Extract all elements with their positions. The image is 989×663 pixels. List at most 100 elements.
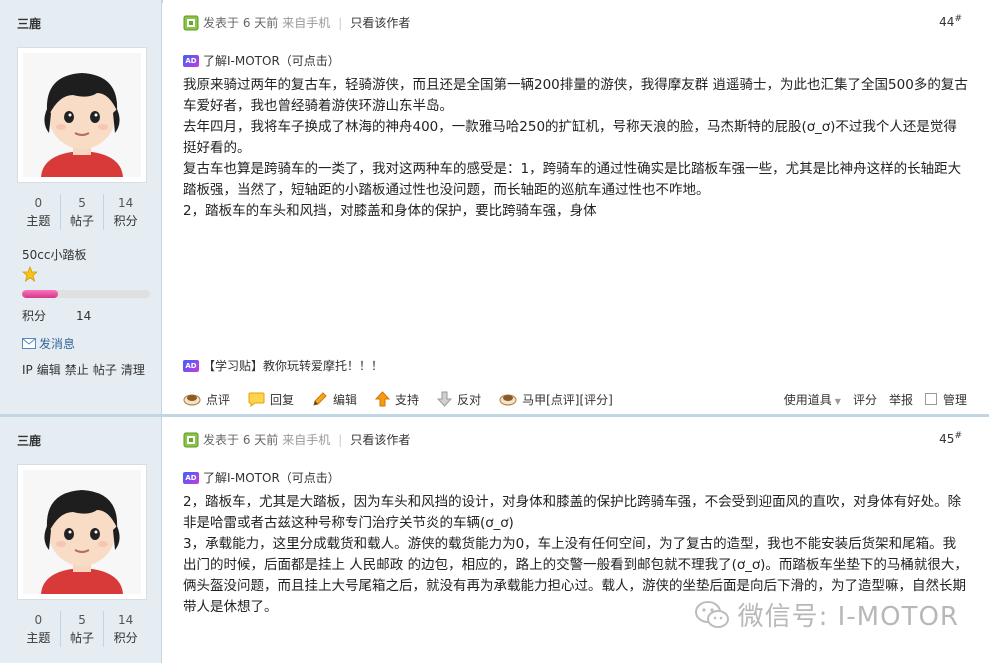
comment-label: 点评 [206,392,231,407]
content-paragraph: 2，踏板车，尤其是大踏板，因为车头和风挡的设计，对身体和膝盖的保护比跨骑车强，不… [183,494,962,531]
stat-posts[interactable]: 5 帖子 [61,194,105,230]
floor-mark: # [954,431,962,441]
post-actions-right: 使用道具 ▼ 评分 举报 管理 [784,391,967,408]
from-mobile-label[interactable]: 来自手机 [282,14,330,31]
ad-badge-icon: AD [183,54,199,67]
comment-icon [183,394,201,406]
stat-credits-label: 积分 [113,214,138,228]
avatar-frame[interactable] [17,47,147,183]
support-button[interactable]: 支持 [375,391,419,408]
stat-posts-num: 5 [78,613,86,627]
credit-label: 积分 [22,309,47,323]
admin-ip-link[interactable]: IP [22,363,33,377]
comment-button[interactable]: 点评 [183,391,230,408]
ad-link-study[interactable]: AD 【学习贴】教你玩转爱摩托！！！ [183,357,383,374]
credit-row: 积分 14 [22,307,91,324]
floor-mark: # [954,14,962,24]
content-paragraph: 去年四月，我将车子换成了林海的神舟400，一款雅马哈250的扩缸机，号称天浪的脸… [183,119,957,156]
vest-comment-button[interactable]: 马甲[点评][评分] [499,391,613,408]
oppose-button[interactable]: 反对 [437,391,481,408]
stat-threads-num: 0 [34,196,43,210]
stat-credits[interactable]: 14 积分 [104,611,147,647]
admin-links: IP 编辑 禁止 帖子 清理 [22,361,149,378]
stat-threads-num: 0 [34,613,43,627]
post-time: 发表于 6 天前 [203,16,279,30]
wechat-watermark: 微信号: I-MOTOR [694,596,959,633]
level-progress-bar [22,290,150,298]
edit-button[interactable]: 编辑 [312,391,357,408]
stat-threads-label: 主题 [26,214,51,228]
admin-posts-link[interactable]: 帖子 [93,363,117,377]
ad-link-label: 【学习贴】教你玩转爱摩托！！！ [203,359,384,373]
content-paragraph: 我原来骑过两年的复古车，轻骑游侠，而且还是全国第一辆200排量的游侠，我得摩友群… [183,77,968,114]
floor-value: 44 [939,15,955,29]
caret-down-icon: ▼ [834,396,841,406]
ad-link-imotor[interactable]: AD 了解I-MOTOR（可点击） [183,469,340,486]
avatar[interactable] [23,53,141,177]
stat-posts[interactable]: 5 帖子 [61,611,105,647]
ad-badge-icon: AD [183,359,199,372]
author-stats: 0 主题 5 帖子 14 积分 [17,194,147,230]
comment-icon [499,394,517,406]
avatar[interactable] [23,470,141,594]
author-stats: 0 主题 5 帖子 14 积分 [17,611,147,647]
floor-number[interactable]: 44# [939,14,962,29]
post-meta: 发表于 6 天前 来自手机 | 只看该作者 [183,431,410,448]
stat-credits-label: 积分 [113,631,138,645]
ad-link-label: 了解I-MOTOR（可点击） [203,54,340,68]
stat-credits-num: 14 [118,613,134,627]
credit-value: 14 [76,309,92,323]
report-link[interactable]: 举报 [889,391,913,408]
only-author-link[interactable]: 只看该作者 [350,431,410,448]
reply-label: 回复 [270,392,295,407]
vest-comment-label: 马甲[点评][评分] [522,392,613,407]
use-tools-menu[interactable]: 使用道具 ▼ [784,391,841,408]
author-name[interactable]: 三鹿 [17,15,41,32]
manage-control[interactable]: 管理 [924,391,967,408]
reply-button[interactable]: 回复 [248,391,294,408]
admin-clean-link[interactable]: 清理 [121,363,145,377]
user-group[interactable]: 50cc小踏板 [22,246,86,263]
level-progress-fill [22,290,58,298]
manage-label: 管理 [942,392,967,407]
stat-threads[interactable]: 0 主题 [17,194,61,230]
author-name[interactable]: 三鹿 [17,432,41,449]
edit-label: 编辑 [333,392,358,407]
support-label: 支持 [395,392,420,407]
author-sidebar: 三鹿 [0,417,162,663]
envelope-icon [22,338,36,349]
post-meta: 发表于 6 天前 来自手机 | 只看该作者 [183,14,410,31]
stat-posts-label: 帖子 [70,631,95,645]
floor-number[interactable]: 45# [939,431,962,446]
meta-separator: | [338,432,343,447]
stat-posts-label: 帖子 [70,214,95,228]
reply-icon [248,392,265,407]
pencil-icon [313,392,327,406]
rate-link[interactable]: 评分 [853,391,877,408]
only-author-link[interactable]: 只看该作者 [350,14,410,31]
ad-badge-icon: AD [183,471,199,484]
floor-value: 45 [939,432,955,446]
admin-edit-link[interactable]: 编辑 [37,363,61,377]
arrow-up-icon [375,391,391,407]
send-message-label: 发消息 [39,337,76,351]
post-44: 三鹿 0 主题 5 帖子 14 积分 50cc小踏板 积分 14 发消息 IP … [0,0,989,414]
avatar-cartoon-icon [23,53,141,177]
content-paragraph: 复古车也算是跨骑车的一类了，我对这两种车的感受是：1，跨骑车的通过性确实是比踏板… [183,161,962,198]
wechat-icon [694,600,729,628]
avatar-frame[interactable] [17,464,147,600]
stat-threads[interactable]: 0 主题 [17,611,61,647]
from-mobile-label[interactable]: 来自手机 [282,431,330,448]
post-body: 发表于 6 天前 来自手机 | 只看该作者 44# AD 了解I-MOTOR（可… [163,0,989,414]
ad-link-imotor[interactable]: AD 了解I-MOTOR（可点击） [183,52,340,69]
stat-credits[interactable]: 14 积分 [104,194,147,230]
send-message-link[interactable]: 发消息 [22,335,75,352]
post-body: 发表于 6 天前 来自手机 | 只看该作者 45# AD 了解I-MOTOR（可… [163,417,989,663]
author-sidebar: 三鹿 [0,0,162,414]
post-45: 三鹿 0 主题 5 帖子 14 积分 发表于 6 天前 来自手机 | 只看该作者… [0,417,989,663]
star-icon [21,265,39,282]
avatar-cartoon-icon [23,470,141,594]
use-tools-label: 使用道具 [783,392,832,407]
admin-ban-link[interactable]: 禁止 [65,363,89,377]
manage-checkbox[interactable] [924,393,937,405]
